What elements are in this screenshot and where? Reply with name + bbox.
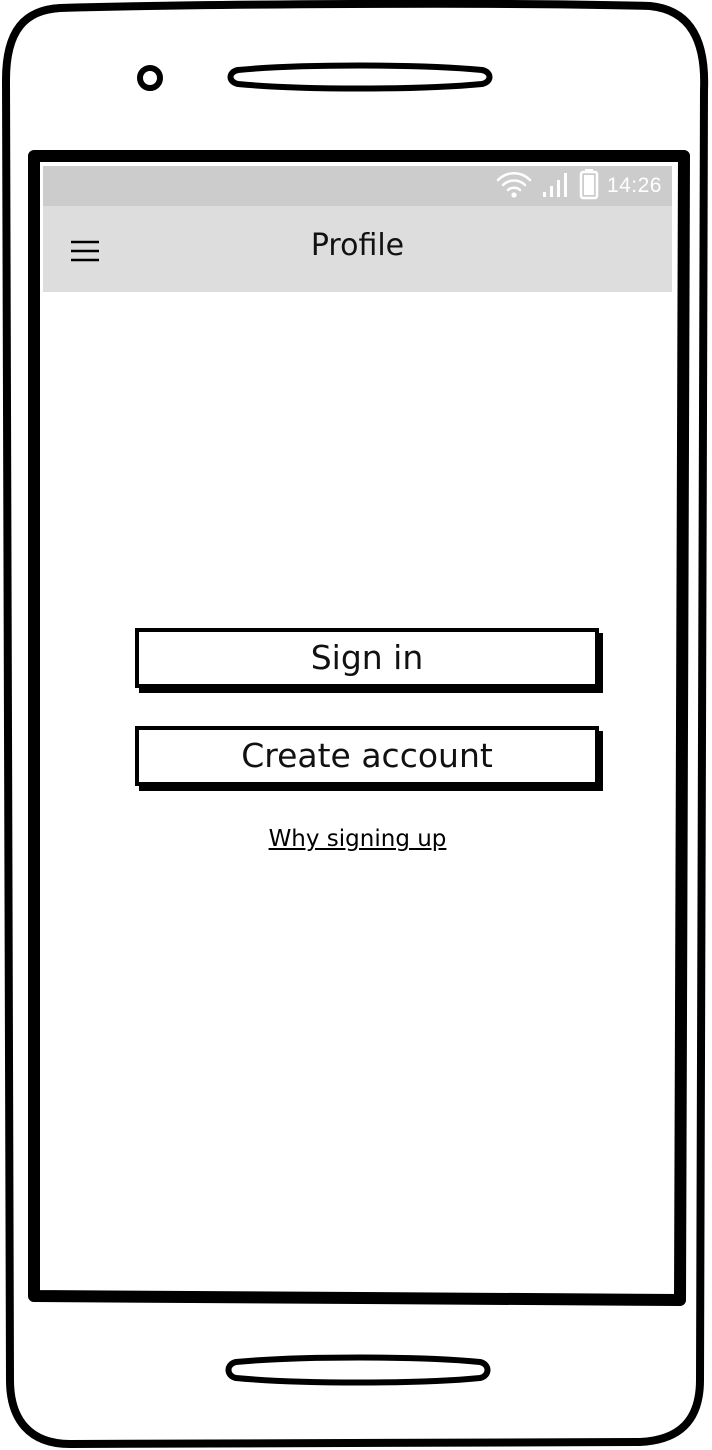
page-title: Profile: [310, 228, 405, 263]
wifi-icon: [495, 169, 533, 204]
sign-in-button[interactable]: Sign in: [135, 628, 599, 688]
phone-screen: 14:26 Profile Sign in Create account Why…: [43, 166, 672, 1288]
bottom-speaker: [225, 1354, 491, 1386]
app-bar: Profile: [43, 206, 672, 292]
create-account-button[interactable]: Create account: [135, 726, 599, 786]
status-time: 14:26: [606, 174, 662, 197]
battery-icon: [579, 168, 599, 205]
status-bar: 14:26: [43, 166, 672, 206]
top-speaker: [227, 62, 493, 92]
signal-icon: [541, 170, 571, 203]
camera-icon: [137, 65, 163, 91]
status-icons: 14:26: [495, 166, 662, 206]
why-signing-up-link[interactable]: Why signing up: [43, 826, 672, 852]
